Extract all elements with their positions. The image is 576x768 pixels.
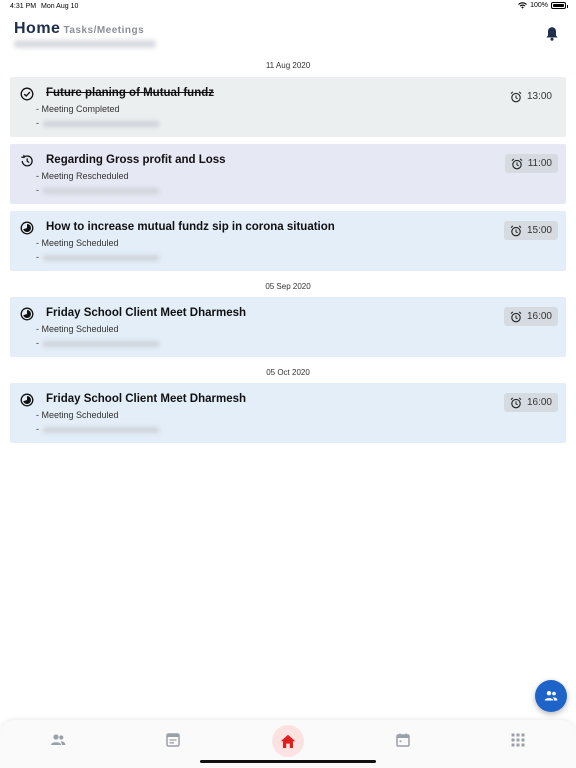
notification-bell-icon[interactable] bbox=[545, 26, 559, 42]
half-circle-icon bbox=[20, 221, 34, 235]
meeting-title: Regarding Gross profit and Loss bbox=[46, 154, 226, 166]
meeting-detail-dash: - bbox=[36, 424, 39, 434]
meeting-time-value: 13:00 bbox=[526, 91, 552, 102]
alarm-clock-icon bbox=[510, 311, 522, 322]
notes-icon[interactable] bbox=[165, 732, 181, 748]
battery-percent: 100% bbox=[530, 2, 548, 9]
blurred-detail bbox=[43, 255, 159, 261]
meeting-time: 15:00 bbox=[503, 221, 558, 240]
history-icon bbox=[21, 154, 33, 167]
meeting-card[interactable]: How to increase mutual fundz sip in coro… bbox=[10, 211, 566, 271]
battery-icon bbox=[551, 2, 568, 9]
alarm-clock-icon bbox=[510, 397, 522, 408]
meeting-status: - Meeting Rescheduled bbox=[36, 171, 129, 181]
group-icon bbox=[544, 691, 558, 701]
date-separator: 05 Sep 2020 bbox=[265, 282, 311, 291]
meeting-title: Friday School Client Meet Dharmesh bbox=[46, 393, 247, 405]
alarm-clock-icon bbox=[510, 225, 522, 236]
people-icon[interactable] bbox=[50, 732, 66, 748]
half-circle-icon bbox=[20, 393, 34, 407]
meeting-time: 16:00 bbox=[503, 393, 558, 412]
wifi-icon bbox=[518, 2, 527, 9]
meeting-title: How to increase mutual fundz sip in coro… bbox=[46, 221, 335, 233]
meeting-status: - Meeting Scheduled bbox=[36, 410, 119, 420]
meeting-detail-dash: - bbox=[36, 252, 39, 262]
check-circle-icon bbox=[20, 87, 34, 101]
half-circle-icon bbox=[20, 307, 34, 321]
meeting-detail-dash: - bbox=[36, 338, 39, 348]
meeting-time-value: 11:00 bbox=[527, 158, 552, 169]
meeting-card[interactable]: Regarding Gross profit and Loss - Meetin… bbox=[10, 144, 566, 204]
add-participants-button[interactable] bbox=[535, 680, 567, 712]
blurred-user-info bbox=[14, 40, 156, 48]
meeting-time: 13:00 bbox=[504, 87, 558, 106]
meeting-time-value: 16:00 bbox=[526, 397, 552, 408]
alarm-clock-icon bbox=[510, 91, 522, 102]
meeting-card[interactable]: Friday School Client Meet Dharmesh - Mee… bbox=[10, 297, 566, 357]
alarm-clock-icon bbox=[511, 158, 523, 169]
meeting-card[interactable]: Future planing of Mutual fundz - Meeting… bbox=[10, 77, 566, 137]
date-separator: 05 Oct 2020 bbox=[266, 368, 310, 377]
status-right: 100% bbox=[518, 2, 568, 9]
meeting-detail-dash: - bbox=[36, 185, 39, 195]
meeting-status: - Meeting Scheduled bbox=[36, 324, 119, 334]
home-indicator[interactable] bbox=[200, 760, 376, 763]
meeting-time-value: 16:00 bbox=[526, 311, 552, 322]
meeting-status: - Meeting Completed bbox=[36, 104, 120, 114]
page-title: Home bbox=[14, 20, 61, 37]
blurred-detail bbox=[43, 341, 159, 347]
status-bar: 4:31 PM Mon Aug 10 100% bbox=[0, 0, 576, 14]
page-subtitle: Tasks/Meetings bbox=[63, 25, 145, 36]
calendar-icon[interactable] bbox=[395, 732, 411, 748]
meeting-time-value: 15:00 bbox=[526, 225, 552, 236]
page-header: Home Tasks/Meetings bbox=[14, 20, 559, 54]
date-separator: 11 Aug 2020 bbox=[265, 61, 311, 70]
meeting-time: 16:00 bbox=[503, 307, 558, 326]
blurred-detail bbox=[43, 121, 159, 127]
apps-icon[interactable] bbox=[510, 732, 526, 748]
status-date: Mon Aug 10 bbox=[41, 3, 79, 10]
meeting-card[interactable]: Friday School Client Meet Dharmesh - Mee… bbox=[10, 383, 566, 443]
blurred-detail bbox=[43, 427, 159, 433]
meeting-status: - Meeting Scheduled bbox=[36, 238, 119, 248]
meeting-title: Future planing of Mutual fundz bbox=[46, 87, 214, 99]
meeting-title: Friday School Client Meet Dharmesh bbox=[46, 307, 247, 319]
blurred-detail bbox=[43, 188, 159, 194]
meeting-detail-dash: - bbox=[36, 118, 39, 128]
nav-home-button[interactable] bbox=[272, 725, 304, 757]
meeting-time: 11:00 bbox=[504, 154, 558, 173]
status-time: 4:31 PM bbox=[10, 3, 37, 10]
home-icon bbox=[280, 734, 296, 748]
